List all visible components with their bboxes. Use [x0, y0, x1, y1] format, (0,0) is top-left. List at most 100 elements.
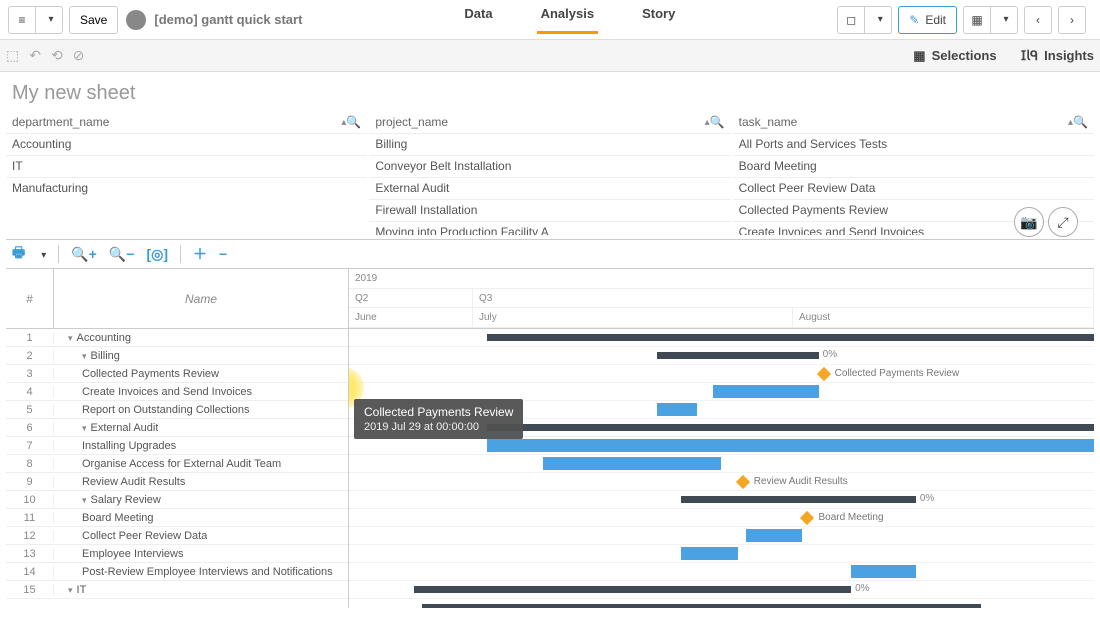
print-icon[interactable]: 🖶 [12, 242, 25, 266]
list-item[interactable]: Billing [369, 133, 730, 155]
table-row[interactable]: 1Accounting [6, 329, 348, 347]
edit-button[interactable]: ✎ Edit [898, 6, 957, 34]
list-item[interactable]: External Audit [369, 177, 730, 199]
milestone-label: Collected Payments Review [835, 368, 960, 379]
bookmark-button[interactable]: ◻ [837, 6, 865, 34]
add-icon[interactable]: ＋ [193, 244, 207, 264]
list-item[interactable]: Conveyor Belt Installation [369, 155, 730, 177]
bookmark-dropdown[interactable] [864, 6, 892, 34]
timeline-july: July [473, 308, 793, 327]
row-number: 6 [6, 422, 54, 434]
summary-bar[interactable] [657, 352, 819, 359]
tab-story[interactable]: Story [638, 6, 679, 34]
pencil-icon: ✎ [909, 13, 919, 27]
table-row[interactable]: 14Post-Review Employee Interviews and No… [6, 563, 348, 581]
tab-analysis[interactable]: Analysis [537, 6, 598, 34]
save-button[interactable]: Save [69, 6, 118, 34]
search-icon[interactable]: 🔍 [1073, 115, 1088, 129]
row-number: 1 [6, 332, 54, 344]
table-row[interactable]: 9Review Audit Results [6, 473, 348, 491]
list-item[interactable]: IT [6, 155, 367, 177]
insights-button[interactable]: Insights [1021, 48, 1094, 64]
table-row[interactable]: 10Salary Review [6, 491, 348, 509]
list-item[interactable]: Collect Peer Review Data [733, 177, 1094, 199]
summary-bar[interactable] [414, 586, 851, 593]
chart-row: 0% [349, 329, 1094, 347]
task-bar[interactable] [543, 457, 721, 470]
filter-department-label: department_name [12, 115, 341, 129]
snapshot-button[interactable]: 📷 [1014, 207, 1044, 237]
next-sheet-button[interactable]: › [1058, 6, 1086, 34]
filter-task-label: task_name [739, 115, 1068, 129]
search-icon[interactable]: 🔍 [346, 115, 361, 129]
file-name: [demo] gantt quick start [154, 12, 302, 27]
table-row[interactable]: 3Collected Payments Review [6, 365, 348, 383]
menu-dropdown[interactable] [35, 6, 63, 34]
task-bar[interactable] [681, 547, 738, 560]
progress-label: 0% [823, 349, 837, 360]
list-item[interactable]: Moving into Production Facility A [369, 221, 730, 235]
tab-data[interactable]: Data [460, 6, 496, 34]
prev-sheet-button[interactable]: ‹ [1024, 6, 1052, 34]
chart-row: 0% [349, 491, 1094, 509]
step-back-icon[interactable]: ⟲ [51, 47, 63, 64]
undo-icon[interactable]: ↶ [29, 47, 41, 64]
zoom-out-icon[interactable]: 🔍− [109, 246, 135, 263]
zoom-fit-icon[interactable]: [◎] [146, 246, 168, 263]
milestone-label: Review Audit Results [754, 476, 848, 487]
selections-button[interactable]: Selections [913, 48, 996, 64]
table-row[interactable]: 6External Audit [6, 419, 348, 437]
chart-row [349, 545, 1094, 563]
summary-bar[interactable] [487, 424, 1094, 431]
table-row[interactable]: 7Installing Upgrades [6, 437, 348, 455]
list-item[interactable]: Accounting [6, 133, 367, 155]
milestone-marker[interactable] [800, 511, 814, 525]
summary-bar[interactable] [681, 496, 916, 503]
search-icon[interactable]: 🔍 [710, 115, 725, 129]
task-bar[interactable] [851, 565, 916, 578]
task-bar[interactable] [713, 385, 818, 398]
remove-icon[interactable]: − [219, 246, 227, 262]
sheet-layout-button[interactable] [963, 6, 991, 34]
sheet-title: My new sheet [0, 72, 1100, 111]
table-row[interactable]: 11Board Meeting [6, 509, 348, 527]
list-item[interactable]: Firewall Installation [369, 199, 730, 221]
clear-selections-icon[interactable]: ⊘ [73, 47, 85, 64]
zoom-in-icon[interactable]: 🔍+ [71, 246, 97, 263]
table-row[interactable]: 13Employee Interviews [6, 545, 348, 563]
summary-bar[interactable] [422, 604, 981, 608]
progress-label: 0% [920, 493, 934, 504]
timeline-q3: Q3 [473, 289, 1094, 308]
print-dropdown[interactable] [37, 247, 46, 261]
menu-button[interactable]: ≡ [8, 6, 36, 34]
table-row[interactable]: 12Collect Peer Review Data [6, 527, 348, 545]
chart-row: 0% [349, 581, 1094, 599]
chart-row [349, 563, 1094, 581]
table-row[interactable]: 4Create Invoices and Send Invoices [6, 383, 348, 401]
table-row[interactable]: 5Report on Outstanding Collections [6, 401, 348, 419]
progress-label: 0% [855, 583, 869, 594]
row-name: Employee Interviews [54, 548, 184, 560]
task-bar[interactable] [657, 403, 697, 416]
list-item[interactable]: All Ports and Services Tests [733, 133, 1094, 155]
chart-row: Collected Payments Review [349, 365, 1094, 383]
table-row[interactable]: 8Organise Access for External Audit Team [6, 455, 348, 473]
milestone-marker[interactable] [817, 367, 831, 381]
list-item[interactable]: Board Meeting [733, 155, 1094, 177]
summary-bar[interactable] [487, 334, 1094, 341]
chart-row [349, 437, 1094, 455]
task-bar[interactable] [487, 439, 1094, 452]
chart-row: Board Meeting [349, 509, 1094, 527]
table-row[interactable]: 15IT [6, 581, 348, 599]
column-header-num: # [6, 269, 54, 328]
milestone-marker[interactable] [736, 475, 750, 489]
marquee-select-icon[interactable]: ⬚ [6, 47, 19, 64]
fullscreen-button[interactable]: ⤢ [1048, 207, 1078, 237]
row-name: IT [54, 584, 86, 596]
row-name: Billing [54, 350, 120, 362]
task-bar[interactable] [746, 529, 803, 542]
sheet-layout-dropdown[interactable] [990, 6, 1018, 34]
list-item[interactable]: Manufacturing [6, 177, 367, 199]
table-row[interactable]: 2Billing [6, 347, 348, 365]
row-name: Create Invoices and Send Invoices [54, 386, 252, 398]
